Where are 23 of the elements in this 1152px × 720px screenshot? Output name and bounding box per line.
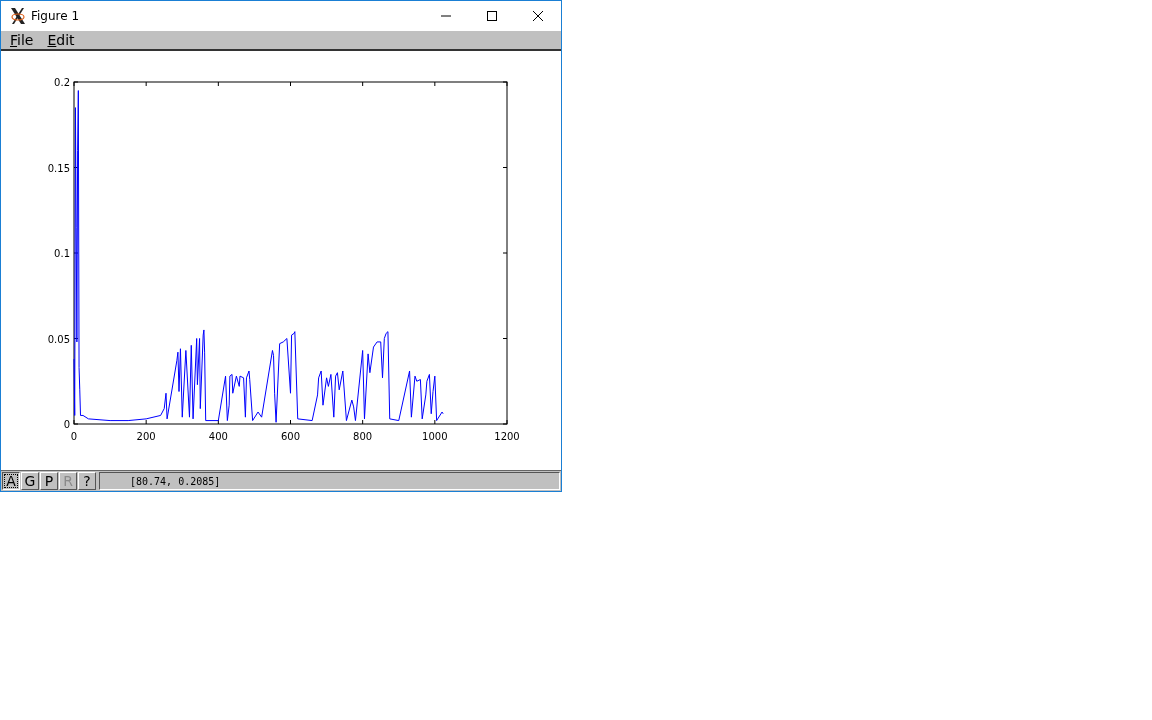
- y-tick-label: 0.15: [47, 162, 70, 174]
- close-icon: [532, 10, 544, 22]
- x-tick-label: 200: [136, 431, 156, 442]
- window-title: Figure 1: [31, 9, 81, 23]
- y-tick-label: 0.2: [54, 77, 70, 88]
- x-tick-label: 1200: [494, 431, 520, 442]
- x-tick-label: 0: [70, 431, 78, 442]
- x-logo-icon: [9, 7, 27, 25]
- y-tick-label: 0.1: [54, 248, 70, 259]
- toolbar-button[interactable]: ?: [78, 472, 96, 490]
- menu-item[interactable]: Edit: [47, 32, 75, 48]
- menu-item[interactable]: File: [10, 32, 34, 48]
- x-tick-label: 1000: [422, 431, 448, 442]
- y-tick-label: 0.05: [47, 333, 70, 345]
- coordinate-readout: [80.74, 0.2085]: [99, 472, 560, 490]
- toolbar-button[interactable]: P: [40, 472, 58, 490]
- x-tick-label: 400: [208, 431, 228, 442]
- toolbar-button[interactable]: A: [2, 472, 20, 490]
- x-tick-label: 600: [280, 431, 301, 442]
- maximize-icon: [486, 10, 498, 22]
- x-tick-label: 800: [353, 431, 373, 442]
- toolbar-button[interactable]: G: [21, 472, 39, 490]
- y-tick-label: 0: [63, 419, 70, 430]
